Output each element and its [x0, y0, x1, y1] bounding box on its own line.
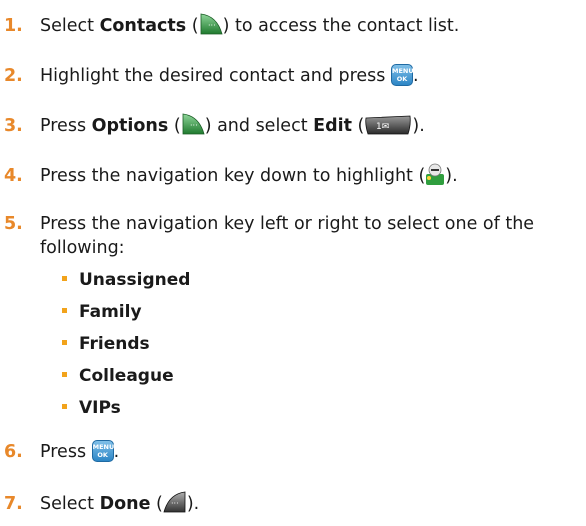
step-text: Select [40, 494, 100, 514]
step-5-continuation: following: [40, 238, 125, 258]
step-text: ( [186, 16, 199, 36]
step-6: 6. Press MENU OK. [4, 439, 120, 464]
step-7: 7. Select Done ( ··· ). [4, 490, 200, 516]
step-number: 3. [4, 116, 23, 136]
bullet-icon [62, 339, 67, 345]
step-2: 2. Highlight the desired contact and pres… [4, 63, 419, 88]
step-text: ) and select [204, 116, 314, 136]
step-bold-label: Contacts [99, 16, 187, 36]
step-number: 6. [4, 442, 23, 462]
step-text: Highlight the desired contact and press [40, 66, 391, 86]
step-text: ). [412, 116, 425, 136]
option-unassigned: Unassigned [62, 268, 190, 292]
softkey-right-icon: ··· [199, 12, 223, 36]
menu-ok-key-icon: MENU OK [390, 63, 414, 86]
step-1: 1. Select Contacts ( ··· ) to access the … [4, 12, 460, 38]
option-family: Family [62, 300, 142, 324]
step-text: ). [186, 494, 200, 514]
step-text: . [412, 66, 419, 86]
step-3: 3. Press Options ( ··· ) and select Edit … [4, 112, 425, 138]
softkey-left-icon: ··· [163, 490, 187, 514]
step-text: ( [168, 116, 181, 136]
softkey-right-icon: ··· [181, 112, 205, 136]
svg-text:···: ··· [208, 21, 216, 30]
menu-ok-bottom-label: OK [97, 450, 108, 459]
step-text: ) to access the contact list. [222, 16, 460, 36]
option-friends: Friends [62, 332, 150, 356]
svg-text:1✉: 1✉ [376, 122, 389, 132]
step-text: ). [445, 166, 458, 186]
edit-key-icon: 1✉ [364, 115, 412, 135]
step-text: Press [40, 442, 92, 462]
step-number: 4. [4, 166, 23, 186]
contact-group-icon [425, 162, 445, 186]
option-label: Colleague [79, 366, 174, 386]
menu-ok-top-label: MENU [92, 442, 115, 451]
bullet-icon [62, 403, 67, 409]
option-label: VIPs [79, 398, 121, 418]
step-number: 5. [4, 214, 23, 234]
step-bold-label: Edit [313, 116, 352, 136]
step-bold-label: Options [91, 116, 169, 136]
svg-text:···: ··· [190, 121, 198, 130]
option-vips: VIPs [62, 396, 121, 420]
step-text: Press the navigation key down to highlig… [40, 166, 426, 186]
bullet-icon [62, 275, 67, 281]
step-5: 5. Press the navigation key left or right… [4, 212, 534, 236]
step-number: 1. [4, 16, 23, 36]
option-label: Unassigned [79, 270, 191, 290]
menu-ok-top-label: MENU [391, 66, 414, 75]
step-number: 2. [4, 66, 23, 86]
svg-text:···: ··· [171, 499, 179, 508]
instructions-document: 1. Select Contacts ( ··· ) to access the … [0, 0, 586, 526]
step-bold-label: Done [99, 494, 151, 514]
bullet-icon [62, 307, 67, 313]
menu-ok-key-icon: MENU OK [91, 439, 115, 462]
step-text: Select [40, 16, 100, 36]
step-text: Press the navigation key left or right t… [40, 214, 535, 234]
step-text: Press [40, 116, 92, 136]
option-label: Family [79, 302, 142, 322]
menu-ok-bottom-label: OK [396, 74, 408, 83]
option-label: Friends [79, 334, 150, 354]
step-text: ( [150, 494, 163, 514]
step-text: ( [351, 116, 365, 136]
option-colleague: Colleague [62, 364, 174, 388]
bullet-icon [62, 371, 67, 377]
step-number: 7. [4, 494, 23, 514]
step-4: 4. Press the navigation key down to highl… [4, 162, 458, 188]
step-text: . [113, 442, 120, 462]
